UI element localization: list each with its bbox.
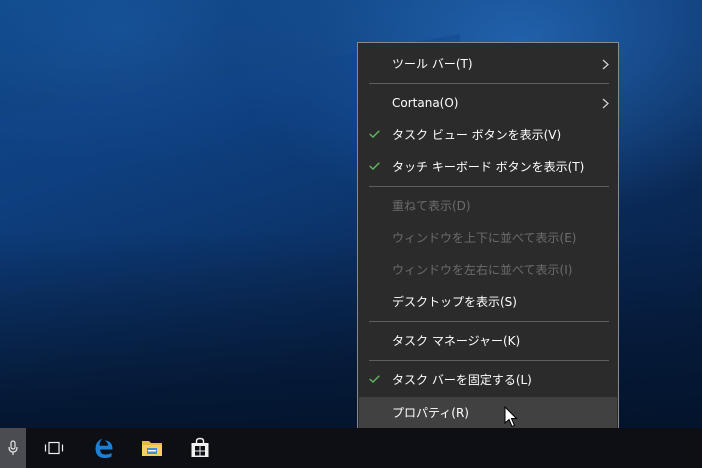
menu-item-label: タスク バーを固定する(L) — [392, 373, 532, 387]
task-view-icon — [44, 441, 64, 455]
cortana-microphone-button[interactable] — [0, 428, 26, 468]
menu-item-task-manager[interactable]: タスク マネージャー(K) — [359, 327, 617, 355]
file-explorer-icon — [142, 441, 162, 456]
menu-item-label: デスクトップを表示(S) — [392, 295, 517, 309]
menu-item-label: タスク マネージャー(K) — [392, 334, 521, 348]
menu-item-toolbars[interactable]: ツール バー(T) — [359, 50, 617, 78]
menu-separator — [369, 83, 609, 84]
menu-item-show-desktop[interactable]: デスクトップを表示(S) — [359, 288, 617, 316]
menu-item-label: タスク ビュー ボタンを表示(V) — [392, 128, 562, 142]
menu-separator — [369, 321, 609, 322]
chevron-right-icon — [602, 59, 609, 70]
checkmark-icon — [369, 162, 380, 170]
menu-item-show-task-view-button[interactable]: タスク ビュー ボタンを表示(V) — [359, 121, 617, 149]
store-icon — [191, 437, 209, 457]
taskbar-context-menu: ツール バー(T) Cortana(O) タスク ビュー ボタンを表示(V) タ… — [357, 42, 619, 431]
menu-item-label: 重ねて表示(D) — [392, 199, 471, 213]
taskbar — [0, 428, 702, 468]
file-explorer-taskbar-button[interactable] — [128, 428, 176, 468]
microphone-icon — [8, 440, 18, 455]
checkmark-icon — [369, 375, 380, 383]
edge-taskbar-button[interactable] — [80, 428, 128, 468]
menu-item-show-windows-stacked: ウィンドウを上下に並べて表示(E) — [359, 224, 617, 252]
menu-item-label: ツール バー(T) — [392, 57, 473, 71]
menu-item-show-touch-keyboard-button[interactable]: タッチ キーボード ボタンを表示(T) — [359, 153, 617, 181]
checkmark-icon — [369, 130, 380, 138]
task-view-button[interactable] — [30, 428, 78, 468]
store-taskbar-button[interactable] — [176, 428, 224, 468]
menu-item-label: プロパティ(R) — [392, 406, 469, 420]
menu-item-label: ウィンドウを左右に並べて表示(I) — [392, 263, 573, 277]
chevron-right-icon — [602, 98, 609, 109]
menu-item-label: タッチ キーボード ボタンを表示(T) — [392, 160, 585, 174]
menu-item-show-windows-side-by-side: ウィンドウを左右に並べて表示(I) — [359, 256, 617, 284]
menu-item-cascade-windows: 重ねて表示(D) — [359, 192, 617, 220]
menu-separator — [369, 360, 609, 361]
edge-icon — [95, 438, 113, 458]
menu-item-lock-taskbar[interactable]: タスク バーを固定する(L) — [359, 366, 617, 394]
menu-item-label: ウィンドウを上下に並べて表示(E) — [392, 231, 577, 245]
menu-item-properties[interactable]: プロパティ(R) — [359, 397, 617, 429]
menu-separator — [369, 186, 609, 187]
mouse-cursor-icon — [504, 406, 518, 428]
menu-item-cortana[interactable]: Cortana(O) — [359, 89, 617, 117]
menu-item-label: Cortana(O) — [392, 96, 459, 110]
